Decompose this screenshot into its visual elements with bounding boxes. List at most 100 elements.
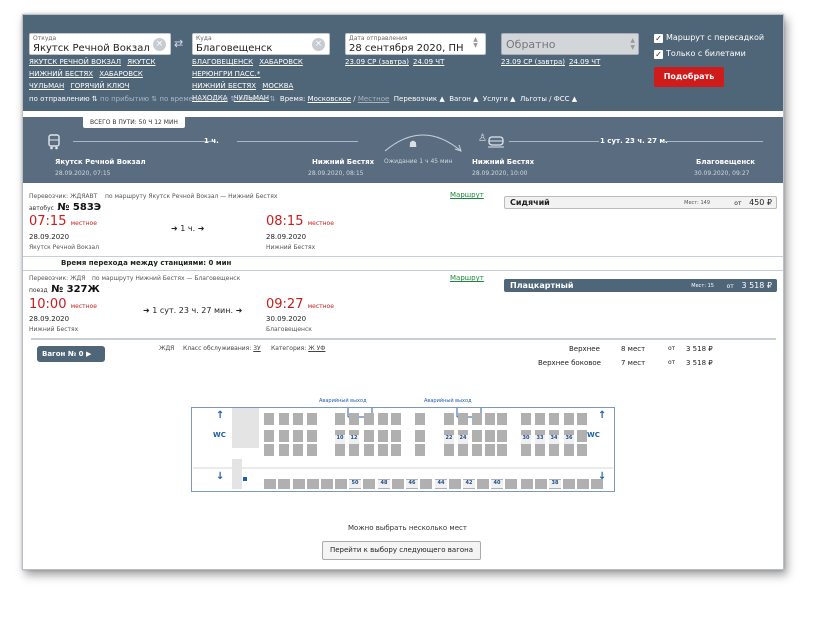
sort-arrival[interactable]: по прибытию	[100, 95, 149, 103]
seat	[577, 413, 587, 425]
arrival-date: 28.09.2020	[266, 233, 307, 241]
seat-available[interactable]: 36	[564, 435, 574, 444]
station-suggestion-link[interactable]: НИЖНИЙ БЕСТЯХ	[29, 70, 93, 78]
app-window: Откуда Якутск Речной Вокзал × ЯКУТСК РЕЧ…	[22, 14, 784, 570]
return-quick-link[interactable]: 23.09 СР (завтра)	[501, 58, 565, 66]
clear-icon[interactable]: ×	[312, 38, 325, 51]
seat-available[interactable]: 38	[549, 480, 561, 488]
seat-available[interactable]: 40	[491, 480, 503, 488]
station-suggestion-link[interactable]: ХАБАРОВСК	[259, 58, 303, 66]
category: Категория: Ж УФ	[271, 345, 325, 352]
sort-icon: ⇅	[227, 95, 239, 103]
spinner-icon[interactable]: ▲ ▼	[630, 37, 635, 51]
date-quick-link[interactable]: 24.09 ЧТ	[413, 58, 444, 66]
seat-available[interactable]: 44	[435, 480, 447, 488]
return-date-value: Обратно	[506, 38, 556, 51]
seat-available[interactable]: 34	[549, 435, 559, 444]
station-suggestion-link[interactable]: ЯКУТСК РЕЧНОЙ ВОКЗАЛ	[29, 58, 121, 66]
arrival-station: Благовещенск	[266, 326, 312, 333]
return-date-field[interactable]: Обратно ▲ ▼	[501, 33, 639, 55]
sort-travel-time[interactable]: по времени в пути	[159, 95, 228, 103]
seat	[577, 479, 589, 489]
seat-available[interactable]: 30	[521, 435, 531, 444]
seat	[264, 479, 276, 489]
service-class: Класс обслуживания: 3У	[183, 345, 261, 352]
seat-available[interactable]: 50	[349, 480, 361, 488]
seat-available[interactable]: 12	[349, 435, 359, 444]
walk-icon: ☗	[409, 140, 418, 150]
station-suggestion-link[interactable]: МОСКВА	[262, 82, 293, 90]
date-quick-links: 23.09 СР (завтра) 24.09 ЧТ	[345, 56, 448, 68]
route-map-link[interactable]: Маршрут	[450, 191, 484, 199]
seat-available[interactable]: 33	[535, 435, 545, 444]
seat	[497, 444, 507, 456]
station-suggestion-link[interactable]: БЛАГОВЕЩЕНСК	[192, 58, 253, 66]
filter-wagon[interactable]: Вагон ▲	[449, 95, 478, 103]
date-quick-link[interactable]: 23.09 СР (завтра)	[345, 58, 409, 66]
departure-time-value: 10:00	[29, 297, 67, 312]
seat-available[interactable]: 42	[463, 480, 475, 488]
seat-available[interactable]: 46	[406, 480, 418, 488]
class-option-platskart[interactable]: Плацкартный Мест: 15 от 3 518 ₽	[504, 279, 777, 292]
tickets-checkbox[interactable]: ✓ Только с билетами	[654, 49, 746, 59]
time-local[interactable]: Местное	[358, 95, 389, 103]
seat-available[interactable]: 22	[444, 435, 454, 444]
price-row-name: Верхнее боковое	[538, 359, 601, 367]
filter-services[interactable]: Услуги ▲	[483, 95, 516, 103]
transfer-arc	[384, 134, 462, 152]
route-map-link[interactable]: Маршрут	[450, 274, 484, 282]
class-option-seated[interactable]: Сидячий Мест: 149 от 450 ₽	[504, 196, 777, 209]
leg-duration: ➜ 1 сут. 23 ч. 27 мин. ➜	[143, 306, 243, 315]
seat	[472, 430, 482, 442]
station-suggestion-link[interactable]: ЯКУТСК	[127, 58, 155, 66]
person-icon: ♙	[478, 133, 487, 144]
wagon-select-button[interactable]: Вагон № 0 ▶	[37, 346, 105, 362]
stop-name: Благовещенск	[696, 158, 756, 166]
station-suggestion-link[interactable]: ГОРЯЧИЙ КЛЮЧ	[70, 82, 129, 90]
seat-available[interactable]: 24	[458, 435, 468, 444]
route-line	[509, 141, 599, 142]
leg-duration-value: 1 сут. 23 ч. 27 мин.	[152, 306, 234, 315]
seat	[420, 479, 432, 489]
sort-price[interactable]: по цене	[238, 95, 267, 103]
return-quick-link[interactable]: 24.09 ЧТ	[569, 58, 600, 66]
transfer-checkbox[interactable]: ✓ Маршрут с пересадкой	[654, 33, 764, 43]
seat	[335, 444, 345, 456]
time-moscow[interactable]: Московское	[308, 95, 351, 103]
price-row-value: 3 518 ₽	[686, 345, 713, 353]
station-suggestion-link[interactable]: НИЖНИЙ БЕСТЯХ	[192, 82, 256, 90]
station-suggestion-link[interactable]: НЕРЮНГРИ ПАСС.*	[192, 70, 260, 78]
to-value: Благовещенск	[196, 43, 273, 54]
from-field[interactable]: Откуда Якутск Речной Вокзал ×	[29, 33, 171, 55]
seat	[364, 430, 374, 442]
emergency-exit-label: Аварийный выход	[424, 398, 472, 404]
price-row-count: 8 мест	[621, 345, 646, 353]
date-caption: Дата отправления	[349, 35, 408, 42]
stop-name: Якутск Речной Вокзал	[55, 158, 146, 166]
departure-date: 28.09.2020	[29, 315, 70, 323]
price-row-value: 3 518 ₽	[686, 359, 713, 367]
to-field[interactable]: Куда Благовещенск ×	[192, 33, 330, 55]
seat	[378, 444, 388, 456]
station-suggestion-link[interactable]: ХАБАРОВСК	[99, 70, 143, 78]
sort-departure[interactable]: по отправлению	[29, 95, 90, 103]
seat-available[interactable]: 48	[378, 480, 390, 488]
date-field[interactable]: Дата отправления 28 сентября 2020, ПН ▲ ▼	[345, 33, 486, 55]
clear-icon[interactable]: ×	[153, 38, 166, 51]
station-suggestion-link[interactable]: ЧУЛЬМАН	[29, 82, 64, 90]
wagon-seat-map: WC WC ↑ ↓ ↑ ↓ 10 12 22 24 30 33 34 36 50 48 46 44 42…	[191, 407, 615, 492]
arrow-up-icon: ↑	[216, 410, 225, 421]
seat-available[interactable]: 10	[335, 435, 345, 444]
emergency-exit-label: Аварийный выход	[319, 398, 367, 404]
filter-benefits[interactable]: Льготы / ФСС ▲	[520, 95, 577, 103]
seat	[521, 413, 531, 425]
chevron-right-icon: ▶	[85, 350, 92, 358]
find-button[interactable]: Подобрать	[654, 67, 724, 87]
spinner-icon[interactable]: ▲ ▼	[469, 37, 482, 50]
filter-carrier[interactable]: Перевозчик ▲	[394, 95, 445, 103]
leg-route: по маршруту Нижний Бестях — Благовещенск	[92, 275, 241, 282]
train-icon	[488, 136, 504, 148]
next-wagon-button[interactable]: Перейти к выбору следующего вагона	[322, 541, 481, 560]
swap-icon[interactable]: ⇄	[174, 37, 183, 50]
seat	[577, 444, 587, 456]
